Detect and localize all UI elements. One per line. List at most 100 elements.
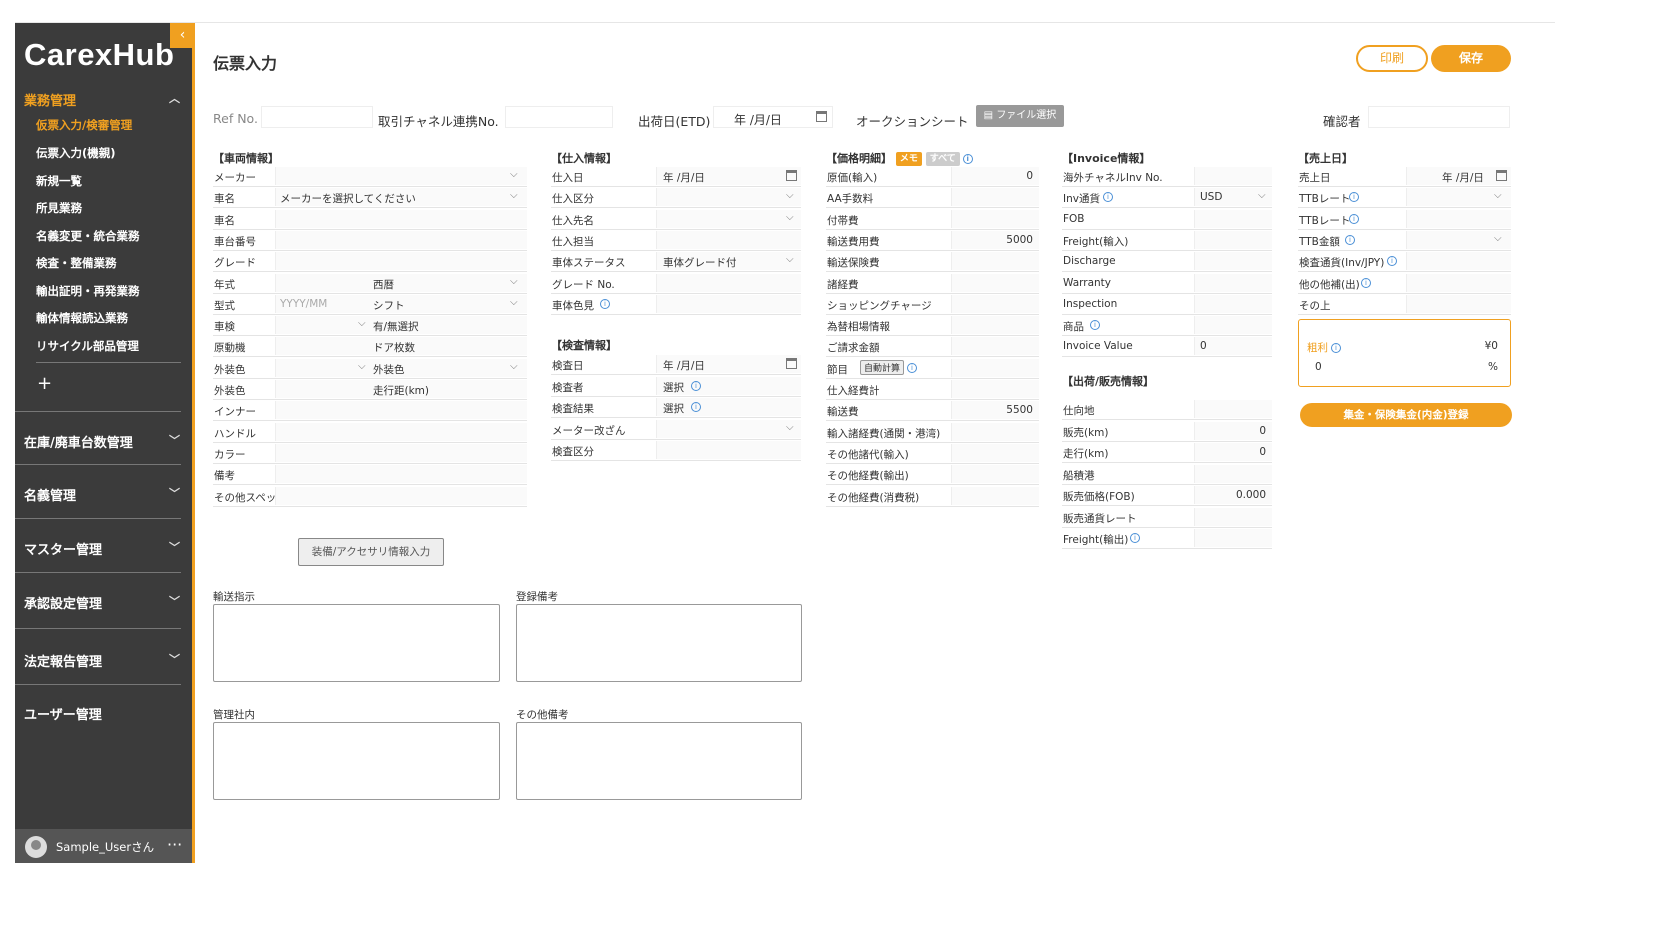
form-row[interactable]: その他経費(輸出) [826, 464, 1039, 486]
field-input[interactable] [1194, 273, 1272, 292]
more-icon[interactable]: ··· [167, 835, 182, 854]
field-input[interactable] [275, 167, 527, 185]
registration-notes-textarea[interactable] [516, 604, 802, 682]
sidebar-section-business[interactable]: 業務管理 ︿ [24, 90, 184, 109]
field-input[interactable] [1406, 294, 1511, 313]
field-input[interactable] [275, 209, 527, 228]
register-deposit-button[interactable]: 集金・保険集金(内金)登録 [1300, 403, 1512, 427]
form-row[interactable]: 船積港 [1062, 464, 1272, 485]
field-input[interactable] [275, 401, 527, 420]
field-input[interactable] [951, 273, 1039, 292]
print-button[interactable]: 印刷 [1356, 45, 1428, 72]
info-icon[interactable]: i [600, 298, 610, 309]
form-row[interactable]: Warranty [1062, 273, 1272, 294]
field-input[interactable] [1406, 273, 1511, 292]
form-row[interactable]: 検査通貨(Inv/JPY) i [1298, 251, 1511, 273]
field-input[interactable] [951, 443, 1039, 462]
form-row[interactable]: 原動機 ドア枚数 [213, 336, 527, 358]
form-row[interactable]: 仕入日 年 /月/日 [551, 166, 801, 187]
sidebar-section-names[interactable]: 名義管理 ﹀ [24, 485, 184, 504]
form-row[interactable]: 輸送保険費 [826, 251, 1039, 273]
file-select-button[interactable]: ▤ ファイル選択 [976, 105, 1064, 127]
add-icon[interactable]: + [37, 373, 52, 394]
chevron-down-icon[interactable]: ⌵ [510, 276, 518, 287]
form-row[interactable]: グレード [213, 251, 527, 273]
calendar-icon[interactable] [786, 358, 797, 369]
info-icon[interactable]: i [1349, 192, 1359, 203]
field-input[interactable] [1194, 209, 1272, 228]
chevron-down-icon[interactable]: ⌵ [786, 190, 794, 201]
chevron-down-icon[interactable]: ⌵ [510, 297, 518, 308]
form-row[interactable]: 付帯費 [826, 209, 1039, 230]
form-row[interactable]: 節目 自動計算 i [826, 358, 1039, 379]
chevron-down-icon[interactable]: ⌵ [1494, 190, 1502, 201]
sidebar-section-legal[interactable]: 法定報告管理 ﹀ [24, 651, 184, 670]
calendar-icon[interactable] [786, 170, 797, 181]
field-input[interactable] [951, 252, 1039, 271]
form-row[interactable]: 為替相場情報 [826, 315, 1039, 337]
form-row[interactable]: 車台番号 [213, 230, 527, 251]
sidebar-section-master[interactable]: マスター管理 ﹀ [24, 539, 184, 558]
info-icon[interactable]: i [1103, 192, 1113, 203]
form-row[interactable]: 車名 メーカーを選択してください ⌵ [213, 187, 527, 209]
field-input[interactable] [1194, 507, 1272, 526]
form-row[interactable]: 海外チャネルInv No. [1062, 166, 1272, 187]
field-input[interactable] [275, 422, 527, 441]
form-row[interactable]: 年式 西暦 ⌵ [213, 273, 527, 294]
form-row[interactable]: 型式 YYYY/MM シフト ⌵ [213, 294, 527, 315]
form-row[interactable]: メーカー ⌵ [213, 166, 527, 187]
form-row[interactable]: 他の他補(出) i [1298, 273, 1511, 294]
field-input[interactable] [1194, 294, 1272, 313]
field-input[interactable] [656, 441, 801, 459]
form-row[interactable]: 検査結果 選択 i [551, 397, 801, 418]
form-row[interactable]: 諸経費 [826, 273, 1039, 294]
form-row[interactable]: その他スペック [213, 486, 527, 507]
field-input[interactable] [951, 422, 1039, 441]
form-row[interactable]: 外装色 走行距(km) [213, 379, 527, 400]
info-icon[interactable]: i [691, 380, 701, 391]
field-input[interactable] [275, 465, 527, 484]
auto-calc-label[interactable]: 自動計算 [860, 359, 905, 375]
info-icon[interactable]: i [691, 402, 701, 412]
info-icon[interactable]: i [1331, 343, 1341, 353]
info-icon[interactable]: i [1130, 533, 1140, 543]
all-tag[interactable]: すべて [925, 152, 960, 166]
form-row[interactable]: ご請求金額 [826, 336, 1039, 358]
field-input[interactable] [1194, 252, 1272, 271]
field-input[interactable] [951, 358, 1039, 377]
form-row[interactable]: Invoice Value 0 [1062, 336, 1272, 358]
sidebar-item-name-change[interactable]: 名義変更・統合業務 [36, 228, 140, 244]
etd-date-input[interactable]: 年 /月/日 [713, 106, 833, 128]
sidebar-item-recycle[interactable]: リサイクル部品管理 [36, 338, 139, 354]
sidebar-item-export-cert[interactable]: 輸出証明・再発業務 [36, 283, 140, 299]
channel-no-input[interactable] [505, 106, 613, 128]
chevron-down-icon[interactable]: ⌵ [358, 318, 366, 329]
chevron-down-icon[interactable]: ⌵ [786, 422, 794, 433]
field-input[interactable] [1194, 400, 1272, 418]
field-input[interactable] [656, 273, 801, 292]
form-row[interactable]: 販売通貨レート [1062, 507, 1272, 528]
info-icon[interactable]: i [1090, 320, 1100, 331]
confirmer-input[interactable] [1368, 106, 1510, 128]
field-input[interactable] [275, 486, 527, 505]
field-input[interactable] [951, 209, 1039, 228]
field-input[interactable] [1194, 316, 1272, 335]
form-row[interactable]: TTBレート i [1298, 209, 1511, 230]
form-row[interactable]: Inv通貨 USD ⌵ i [1062, 187, 1272, 209]
form-row[interactable]: 車体色見 i [551, 294, 801, 315]
form-row[interactable]: Inspection [1062, 294, 1272, 315]
form-row[interactable]: 検査者 選択 i [551, 376, 801, 397]
form-row[interactable]: 検査区分 [551, 440, 801, 461]
form-row[interactable]: AA手数料 [826, 187, 1039, 209]
form-row[interactable]: 販売(km) 0 [1062, 421, 1272, 442]
field-input[interactable] [275, 230, 527, 249]
form-row[interactable]: 走行(km) 0 [1062, 442, 1272, 463]
chevron-down-icon[interactable]: ⌵ [510, 169, 518, 180]
field-input[interactable] [1194, 230, 1272, 249]
field-input[interactable] [1194, 167, 1272, 185]
user-panel[interactable]: Sample_Userさん ··· [15, 829, 192, 863]
sidebar-section-users[interactable]: ユーザー管理 [24, 704, 184, 723]
form-row[interactable]: その他諸代(輸入) [826, 443, 1039, 464]
form-row[interactable]: 仕向地 [1062, 399, 1272, 420]
form-row[interactable]: ショッピングチャージ [826, 294, 1039, 315]
